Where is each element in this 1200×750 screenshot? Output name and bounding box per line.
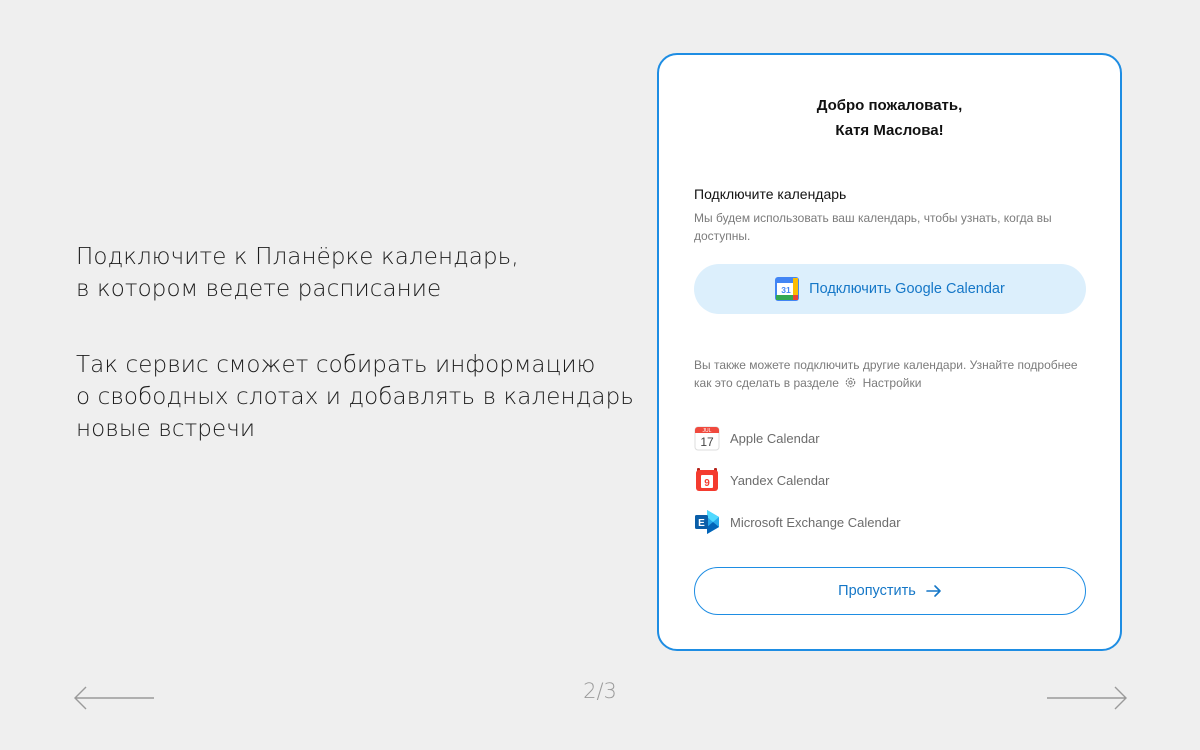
- onboarding-card: Добро пожаловать, Катя Маслова! Подключи…: [657, 53, 1122, 651]
- connect-google-calendar-label: Подключить Google Calendar: [809, 281, 1005, 297]
- skip-button[interactable]: Пропустить: [694, 567, 1086, 615]
- exchange-icon: E: [695, 510, 719, 534]
- calendar-item-yandex[interactable]: 9 Yandex Calendar: [694, 459, 1086, 501]
- apple-calendar-day: 17: [700, 435, 714, 449]
- exchange-icon-letter: E: [698, 518, 705, 529]
- connect-google-calendar-button[interactable]: 31 Подключить Google Calendar: [694, 264, 1086, 314]
- apple-calendar-month: JUL: [703, 428, 712, 434]
- calendar-item-label: Microsoft Exchange Calendar: [730, 514, 901, 530]
- connect-calendar-title: Подключите календарь: [694, 186, 847, 202]
- page-counter: 2/3: [583, 679, 617, 703]
- calendar-item-apple[interactable]: JUL 17 Apple Calendar: [694, 417, 1086, 459]
- calendar-item-label: Apple Calendar: [730, 430, 820, 446]
- calendar-item-exchange[interactable]: E Microsoft Exchange Calendar: [694, 501, 1086, 543]
- slide-description: Подключите к Планёрке календарь, в котор…: [76, 241, 636, 445]
- slide-paragraph-1: Подключите к Планёрке календарь, в котор…: [76, 244, 519, 302]
- yandex-calendar-day: 9: [704, 478, 710, 489]
- apple-calendar-icon: JUL 17: [694, 426, 720, 451]
- other-calendars-description: Вы также можете подключить другие календ…: [694, 356, 1086, 392]
- connect-calendar-description: Мы будем использовать ваш календарь, что…: [694, 211, 1052, 243]
- next-slide-arrow-icon[interactable]: [1046, 685, 1128, 711]
- settings-gear-icon: [845, 377, 856, 388]
- welcome-heading: Добро пожаловать, Катя Маслова!: [816, 97, 963, 139]
- google-calendar-icon: 31: [775, 277, 800, 301]
- google-calendar-icon-number: 31: [781, 285, 791, 295]
- arrow-right-icon: [926, 585, 941, 597]
- settings-link[interactable]: Настройки: [863, 376, 922, 390]
- skip-button-label: Пропустить: [838, 583, 916, 599]
- other-calendars-list: JUL 17 Apple Calendar 9 Yandex Calendar …: [694, 417, 1086, 543]
- yandex-calendar-icon: 9: [696, 468, 718, 491]
- slide-paragraph-2: Так сервис сможет собирать информацию о …: [76, 352, 634, 442]
- calendar-item-label: Yandex Calendar: [730, 472, 830, 488]
- previous-slide-arrow-icon[interactable]: [73, 685, 155, 711]
